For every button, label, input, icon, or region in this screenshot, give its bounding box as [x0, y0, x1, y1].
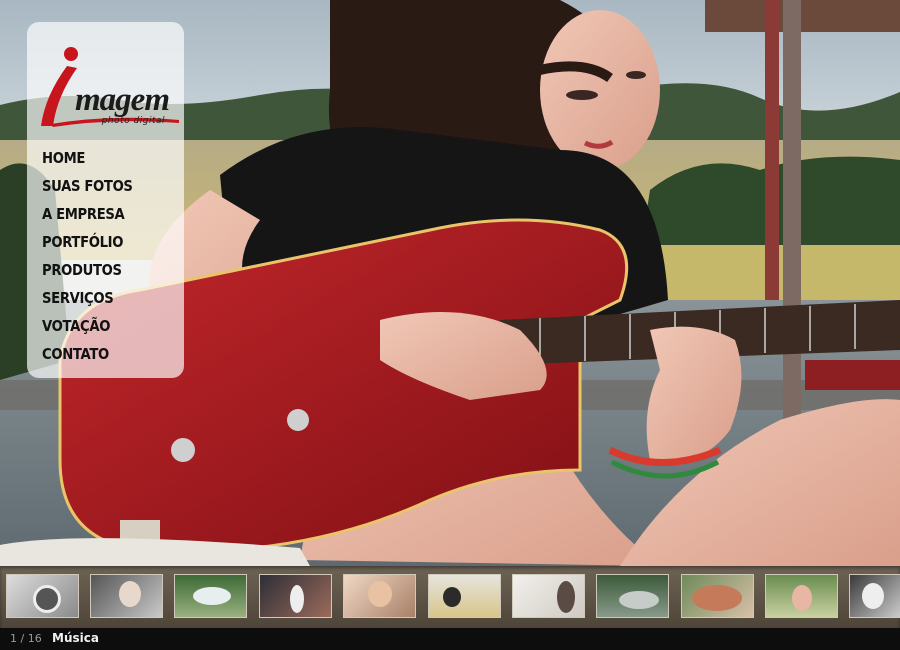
main-menu-panel: magem photo digital HOME SUAS FOTOS A EM…: [27, 22, 184, 378]
thumbnail-item[interactable]: [512, 574, 585, 618]
thumbnail-item[interactable]: [849, 574, 900, 618]
nav-item-a-empresa[interactable]: A EMPRESA: [42, 200, 125, 228]
thumbnail-subject: [290, 585, 304, 613]
nav-item-servicos[interactable]: SERVIÇOS: [42, 284, 114, 312]
thumbnail-subject: [368, 581, 392, 607]
slide-current: 1: [10, 632, 17, 645]
slide-counter: 1 / 16: [10, 632, 42, 645]
play-icon: [33, 585, 61, 613]
thumbnail-item[interactable]: [765, 574, 838, 618]
thumbnail-item[interactable]: [6, 574, 79, 618]
thumbnail-subject: [193, 587, 231, 605]
thumbnail-image: [429, 575, 500, 617]
nav-item-home[interactable]: HOME: [42, 144, 85, 172]
thumbnail-item[interactable]: [259, 574, 332, 618]
slideshow-status-bar: 1 / 16 Música: [0, 628, 900, 650]
thumbnail-strip: [0, 566, 900, 628]
thumbnail-subject: [119, 581, 141, 607]
thumbnail-item[interactable]: [90, 574, 163, 618]
thumbnail-subject: [619, 591, 659, 609]
thumbnail-item[interactable]: [681, 574, 754, 618]
nav-item-portfolio[interactable]: PORTFÓLIO: [42, 228, 123, 256]
thumbnail-item[interactable]: [343, 574, 416, 618]
nav-item-produtos[interactable]: PRODUTOS: [42, 256, 122, 284]
main-nav: HOME SUAS FOTOS A EMPRESA PORTFÓLIO PROD…: [42, 144, 145, 368]
thumbnail-item[interactable]: [428, 574, 501, 618]
thumbnail-subject: [862, 583, 884, 609]
nav-item-suas-fotos[interactable]: SUAS FOTOS: [42, 172, 133, 200]
thumbnail-item[interactable]: [174, 574, 247, 618]
slide-separator: /: [20, 632, 25, 645]
site-logo[interactable]: magem photo digital: [37, 36, 179, 146]
thumbnail-subject: [557, 581, 575, 613]
nav-item-votacao[interactable]: VOTAÇÃO: [42, 312, 110, 340]
logo-wordmark: magem: [75, 82, 170, 118]
nav-item-contato[interactable]: CONTATO: [42, 340, 109, 368]
logo-subtitle: photo digital: [101, 116, 165, 126]
thumbnail-item[interactable]: [596, 574, 669, 618]
thumbnail-subject: [443, 587, 461, 607]
slide-caption: Música: [52, 631, 99, 645]
thumbnail-subject: [692, 585, 742, 611]
thumbnail-subject: [792, 585, 812, 611]
slide-total: 16: [27, 632, 42, 645]
